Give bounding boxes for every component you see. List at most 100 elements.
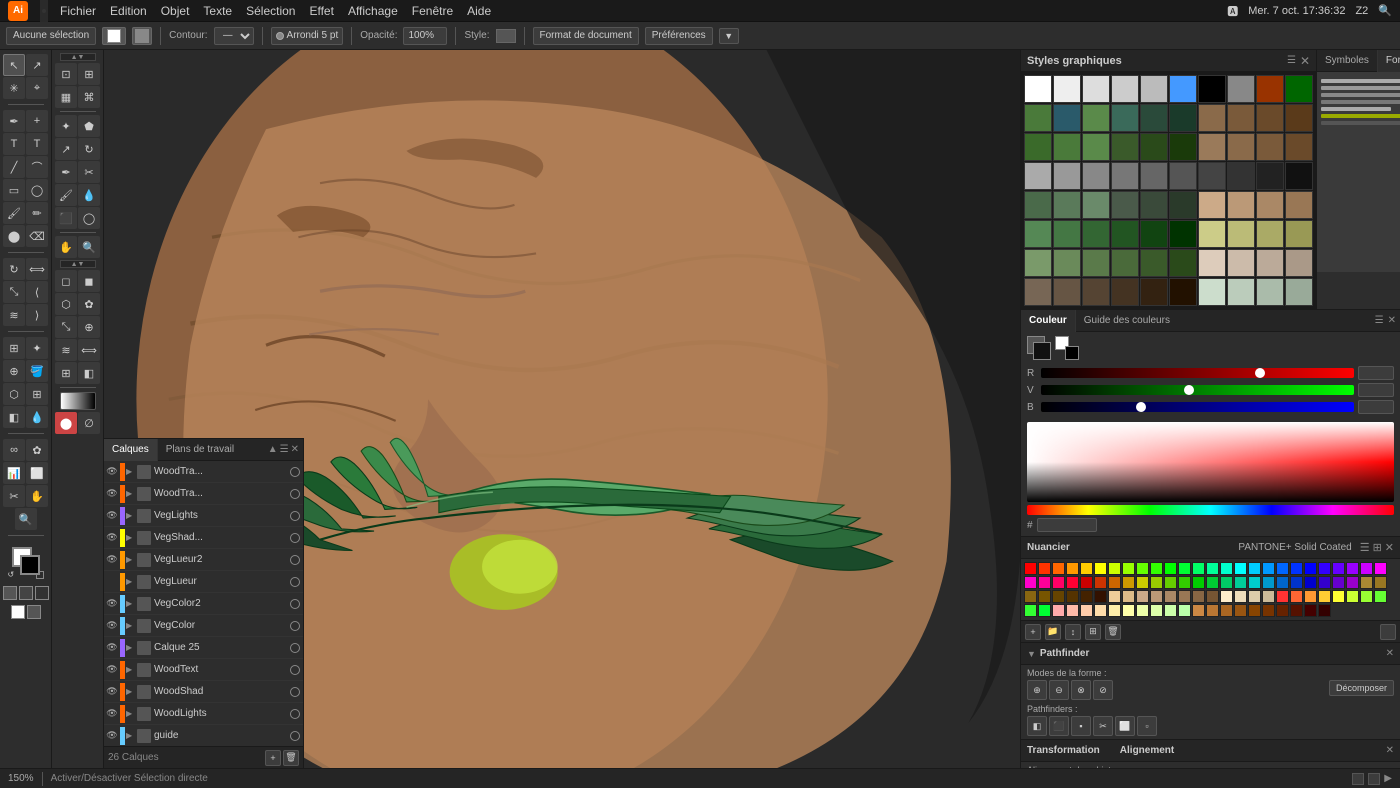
style-swatch[interactable] <box>1024 133 1052 161</box>
nuancier-swatch[interactable] <box>1220 604 1233 617</box>
layer-vis-dot-5[interactable] <box>290 577 300 587</box>
style-swatch[interactable] <box>1198 133 1226 161</box>
layer-eye-6[interactable]: 👁 <box>105 597 119 611</box>
style-swatch[interactable] <box>1082 104 1110 132</box>
nuancier-swatch[interactable] <box>1178 604 1191 617</box>
pen-tool[interactable]: ✒ <box>3 110 25 132</box>
nuancier-swatch[interactable] <box>1318 590 1331 603</box>
live-paint-tool[interactable]: 🪣 <box>26 360 48 382</box>
style-swatch[interactable] <box>1111 191 1139 219</box>
nuancier-swatch[interactable] <box>1248 590 1261 603</box>
sub-tool-10[interactable]: ✂ <box>78 161 100 183</box>
style-swatch[interactable] <box>1140 133 1168 161</box>
style-swatch[interactable] <box>1053 249 1081 277</box>
opacite-input[interactable] <box>403 27 447 45</box>
nuancier-swatch[interactable] <box>1304 604 1317 617</box>
nuancier-swatch[interactable] <box>1066 604 1079 617</box>
nuancier-swatch[interactable] <box>1262 562 1275 575</box>
menu-objet[interactable]: Objet <box>161 4 190 18</box>
style-swatch[interactable] <box>1082 191 1110 219</box>
guide-couleurs-tab[interactable]: Guide des couleurs <box>1076 310 1178 332</box>
draw-behind-btn[interactable] <box>19 586 33 600</box>
layer-eye-7[interactable]: 👁 <box>105 619 119 633</box>
nuancier-swatch[interactable] <box>1318 604 1331 617</box>
sub-panel-handle2[interactable]: ▲▼ <box>60 260 96 268</box>
nuancier-swatch[interactable] <box>1262 604 1275 617</box>
nuancier-swatch[interactable] <box>1164 604 1177 617</box>
nuancier-swatch[interactable] <box>1164 562 1177 575</box>
nuancier-add-btn[interactable]: + <box>1025 624 1041 640</box>
nuancier-swatch[interactable] <box>1108 590 1121 603</box>
pencil-tool[interactable]: ✏ <box>26 202 48 224</box>
calques-tab[interactable]: Calques <box>104 439 158 461</box>
style-swatch[interactable] <box>1198 220 1226 248</box>
style-swatch[interactable] <box>1227 220 1255 248</box>
nuancier-swatch[interactable] <box>1164 576 1177 589</box>
color-fill-stroke-indicator[interactable] <box>1027 336 1051 360</box>
layers-minimize-btn[interactable]: ▲ <box>268 444 278 455</box>
sub-tool-22[interactable]: ⊕ <box>78 316 100 338</box>
style-swatch[interactable] <box>1227 162 1255 190</box>
reflect-tool[interactable]: ⟺ <box>26 258 48 280</box>
draw-inside-btn[interactable] <box>35 586 49 600</box>
styles-panel-options-btn[interactable]: ☰ <box>1287 55 1296 66</box>
nuancier-close-btn[interactable]: ✕ <box>1385 541 1394 554</box>
style-swatch[interactable] <box>1285 220 1313 248</box>
b-slider[interactable] <box>1041 402 1354 412</box>
transformation-header[interactable]: Transformation Alignement ✕ <box>1021 740 1400 762</box>
style-swatch[interactable] <box>1024 162 1052 190</box>
nuancier-swatch[interactable] <box>1346 576 1359 589</box>
layer-item[interactable]: 👁 ▶ Calque 25 <box>104 637 303 659</box>
style-preview[interactable] <box>496 29 516 43</box>
scale-tool[interactable]: ⤡ <box>3 281 25 303</box>
nuancier-swatch[interactable] <box>1374 576 1387 589</box>
style-swatch[interactable] <box>1198 162 1226 190</box>
style-swatch[interactable] <box>1169 162 1197 190</box>
nuancier-swatch[interactable] <box>1206 590 1219 603</box>
nuancier-swatch[interactable] <box>1192 590 1205 603</box>
nuancier-swatch[interactable] <box>1262 576 1275 589</box>
layer-vis-dot-2[interactable] <box>290 511 300 521</box>
nuancier-swatch[interactable] <box>1136 562 1149 575</box>
style-swatch[interactable] <box>1140 191 1168 219</box>
style-swatch[interactable] <box>1256 75 1284 103</box>
nuancier-swatch[interactable] <box>1262 590 1275 603</box>
nuancier-swatch[interactable] <box>1094 604 1107 617</box>
nuancier-swatch[interactable] <box>1122 590 1135 603</box>
nuancier-swatch[interactable] <box>1206 576 1219 589</box>
width-tool[interactable]: ⟩ <box>26 304 48 326</box>
layers-close-btn[interactable]: ✕ <box>291 444 299 455</box>
layer-eye-4[interactable]: 👁 <box>105 553 119 567</box>
nuancier-swatch[interactable] <box>1052 562 1065 575</box>
outline-view-btn[interactable] <box>27 605 41 619</box>
color-options-btn[interactable]: ☰ <box>1375 315 1384 326</box>
style-swatch[interactable] <box>1053 220 1081 248</box>
nuancier-swatch[interactable] <box>1206 604 1219 617</box>
eyedropper-tool[interactable]: 💧 <box>26 406 48 428</box>
nuancier-swatch[interactable] <box>1136 590 1149 603</box>
sub-tool-12[interactable]: 💧 <box>78 184 100 206</box>
nuancier-swatch[interactable] <box>1220 562 1233 575</box>
style-swatch[interactable] <box>1227 191 1255 219</box>
style-swatch[interactable] <box>1169 249 1197 277</box>
style-swatch[interactable] <box>1111 162 1139 190</box>
style-swatch[interactable] <box>1111 104 1139 132</box>
style-swatch[interactable] <box>1285 104 1313 132</box>
style-swatch[interactable] <box>1082 220 1110 248</box>
nuancier-swatch[interactable] <box>1066 576 1079 589</box>
hand-tool[interactable]: ✋ <box>26 485 48 507</box>
format-document-btn[interactable]: Format de document <box>533 27 639 45</box>
menu-selection[interactable]: Sélection <box>246 4 295 18</box>
layer-eye-9[interactable]: 👁 <box>105 663 119 677</box>
nuancier-swatch[interactable] <box>1150 604 1163 617</box>
nuancier-swatches-btn[interactable]: ⊞ <box>1085 624 1101 640</box>
nuancier-swatch[interactable] <box>1234 562 1247 575</box>
layer-eye-11[interactable]: 👁 <box>105 707 119 721</box>
free-transform-tool[interactable]: ⊞ <box>3 337 25 359</box>
nuancier-swatch[interactable] <box>1122 562 1135 575</box>
blend-tool[interactable]: ∞ <box>3 439 25 461</box>
transformation-close-btn[interactable]: ✕ <box>1386 745 1394 756</box>
color-spectrum-container[interactable] <box>1027 422 1394 515</box>
menu-effet[interactable]: Effet <box>309 4 333 18</box>
color-mode-indicator[interactable] <box>1055 336 1079 360</box>
